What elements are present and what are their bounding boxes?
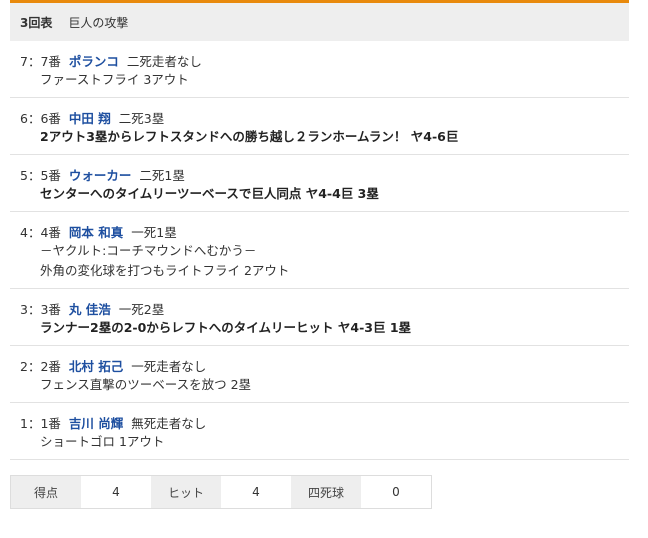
- play-row: 3：3番丸 佳浩 一死2塁ランナー2塁の2-0からレフトへのタイムリーヒット ヤ4…: [10, 289, 629, 346]
- play-description: ショートゴロ 1アウト: [20, 430, 629, 459]
- play-description: －ヤクルト:コーチマウンドへむかう－ 外角の変化球を打つもライトフライ 2アウト: [20, 239, 629, 288]
- play-row: 2：2番 北村 拓己 一死走者なしフェンス直撃のツーベースを放つ 2塁: [10, 346, 629, 403]
- play-summary: 2：2番 北村 拓己 一死走者なし: [20, 346, 629, 375]
- player-link[interactable]: 岡本 和真: [69, 222, 123, 241]
- inning-header: 3回表 巨人の攻撃: [10, 3, 629, 41]
- play-summary: 4：4番 岡本 和真 一死1塁: [20, 212, 629, 241]
- stat-label-runs: 得点: [11, 476, 81, 508]
- stat-label-hits: ヒット: [151, 476, 221, 508]
- base-situation: 一死1塁: [131, 224, 177, 240]
- inning-label: 3回表: [20, 15, 53, 30]
- batting-order: 2：2番: [20, 358, 61, 374]
- play-summary: 6：6番 中田 翔二死3塁: [20, 98, 629, 127]
- player-link[interactable]: ウォーカー: [69, 165, 132, 184]
- player-link[interactable]: ポランコ: [69, 51, 119, 70]
- play-row: 1：1番 吉川 尚輝 無死走者なしショートゴロ 1アウト: [10, 403, 629, 460]
- player-link[interactable]: 中田 翔: [69, 108, 111, 127]
- play-description: ランナー2塁の2-0からレフトへのタイムリーヒット ヤ4-3巨 1塁: [20, 316, 629, 345]
- player-link[interactable]: 北村 拓己: [69, 356, 123, 375]
- play-summary: 5：5番 ウォーカー 二死1塁: [20, 155, 629, 184]
- play-row: 5：5番 ウォーカー 二死1塁センターへのタイムリーツーベースで巨人同点 ヤ4-4巨…: [10, 155, 629, 212]
- batting-order: 3：3番: [20, 301, 61, 317]
- play-summary: 3：3番丸 佳浩 一死2塁: [20, 289, 629, 318]
- inning-stats: 得点 4 ヒット 4 四死球 0: [10, 475, 432, 509]
- play-description: 2アウト3塁からレフトスタンドへの勝ち越し２ランホームラン！ ヤ4-6巨: [20, 125, 629, 154]
- batting-order: 4：4番: [20, 224, 61, 240]
- play-summary: 7：7番 ポランコ 二死走者なし: [20, 41, 629, 70]
- play-summary: 1：1番 吉川 尚輝 無死走者なし: [20, 403, 629, 432]
- base-situation: 一死走者なし: [131, 358, 207, 374]
- play-description-line: 2アウト3塁からレフトスタンドへの勝ち越し２ランホームラン！ ヤ4-6巨: [40, 129, 459, 144]
- play-description-line: フェンス直撃のツーベースを放つ 2塁: [40, 377, 252, 392]
- inning-panel: 3回表 巨人の攻撃 7：7番 ポランコ 二死走者なし ファーストフライ 3アウト 6：6…: [10, 0, 629, 460]
- play-description-line: －ヤクルト:コーチマウンドへむかう－: [40, 243, 257, 258]
- play-row: 4：4番 岡本 和真 一死1塁 －ヤクルト:コーチマウンドへむかう－ 外角の変化球を打つ…: [10, 212, 629, 289]
- stat-label-walks: 四死球: [291, 476, 361, 508]
- play-description-line: ファーストフライ 3アウト: [40, 72, 189, 87]
- play-description: フェンス直撃のツーベースを放つ 2塁: [20, 373, 629, 402]
- stat-value-walks: 0: [361, 476, 431, 508]
- play-description: センターへのタイムリーツーベースで巨人同点 ヤ4-4巨 3塁: [20, 182, 629, 211]
- base-situation: 無死走者なし: [131, 415, 207, 431]
- base-situation: 二死走者なし: [126, 53, 202, 69]
- play-row: 6：6番 中田 翔二死3塁 2アウト3塁からレフトスタンドへの勝ち越し２ランホームラ…: [10, 98, 629, 155]
- play-description-line: センターへのタイムリーツーベースで巨人同点 ヤ4-4巨 3塁: [40, 186, 379, 201]
- stat-value-runs: 4: [81, 476, 151, 508]
- stat-value-hits: 4: [221, 476, 291, 508]
- player-link[interactable]: 丸 佳浩: [69, 299, 111, 318]
- batting-order: 1：1番: [20, 415, 61, 431]
- play-list: 7：7番 ポランコ 二死走者なし ファーストフライ 3アウト 6：6番 中田 翔二死3塁 2…: [10, 41, 629, 460]
- play-description: ファーストフライ 3アウト: [20, 68, 629, 97]
- play-row: 7：7番 ポランコ 二死走者なしファーストフライ 3アウト: [10, 41, 629, 98]
- player-link[interactable]: 吉川 尚輝: [69, 413, 123, 432]
- play-description-line: ショートゴロ 1アウト: [40, 434, 165, 449]
- base-situation: 二死3塁: [118, 110, 165, 126]
- base-situation: 二死1塁: [139, 167, 185, 183]
- play-description-line: ランナー2塁の2-0からレフトへのタイムリーヒット ヤ4-3巨 1塁: [40, 320, 412, 335]
- play-description-line: 外角の変化球を打つもライトフライ 2アウト: [40, 263, 290, 278]
- attacking-team: 巨人の攻撃: [68, 15, 129, 30]
- base-situation: 一死2塁: [118, 301, 165, 317]
- batting-order: 6：6番: [20, 110, 61, 126]
- batting-order: 5：5番: [20, 167, 61, 183]
- batting-order: 7：7番: [20, 53, 61, 69]
